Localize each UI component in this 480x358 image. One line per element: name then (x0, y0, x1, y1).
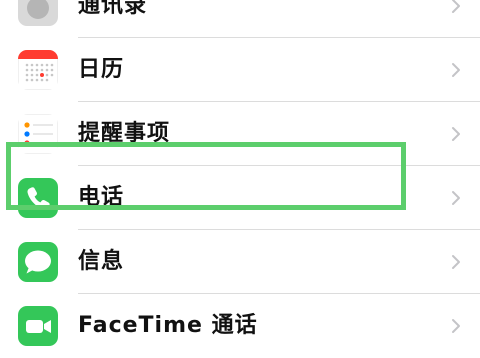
settings-row-calendar[interactable]: 日历 (0, 38, 480, 102)
settings-row-label: 提醒事项 (78, 121, 171, 146)
settings-row-contacts[interactable]: 通讯录 (0, 0, 480, 38)
settings-row-label: FaceTime 通话 (78, 313, 258, 338)
settings-row-phone[interactable]: 电话 (0, 166, 480, 230)
reminders-icon (18, 114, 58, 154)
chevron-right-icon (452, 127, 460, 141)
chevron-right-icon (452, 63, 460, 77)
settings-row-label: 通讯录 (78, 0, 148, 18)
messages-icon (18, 242, 58, 282)
settings-list: 通讯录 日历 提醒事项 电话 信息 FaceTime 通话 (0, 0, 480, 358)
chevron-right-icon (452, 0, 460, 13)
settings-row-label: 信息 (78, 249, 125, 274)
settings-row-label: 电话 (78, 185, 125, 210)
contacts-icon (18, 0, 58, 26)
settings-row-messages[interactable]: 信息 (0, 230, 480, 294)
phone-icon (18, 178, 58, 218)
settings-row-reminders[interactable]: 提醒事项 (0, 102, 480, 166)
chevron-right-icon (452, 255, 460, 269)
chevron-right-icon (452, 191, 460, 205)
settings-row-label: 日历 (78, 57, 125, 82)
facetime-icon (18, 306, 58, 346)
calendar-icon (18, 50, 58, 90)
settings-row-facetime[interactable]: FaceTime 通话 (0, 294, 480, 358)
chevron-right-icon (452, 319, 460, 333)
